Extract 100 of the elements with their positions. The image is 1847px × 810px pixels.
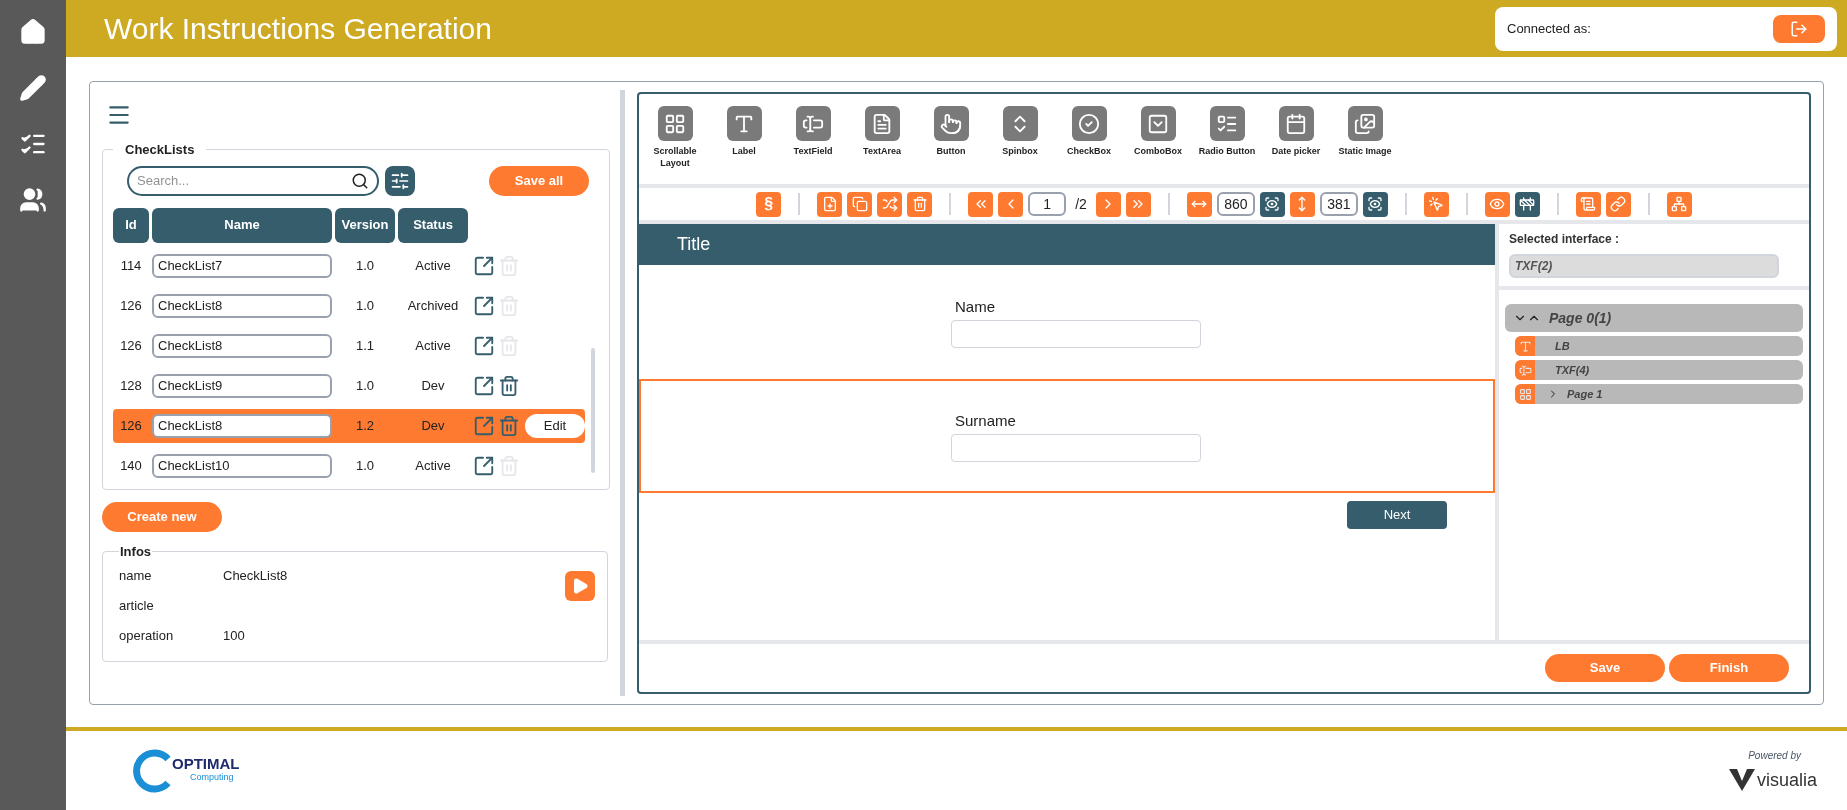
name-input[interactable]: CheckList8 [152, 333, 332, 358]
palette-item[interactable]: Scrollable Layout [645, 106, 705, 184]
palette-item[interactable]: Date picker [1266, 106, 1326, 184]
name-input[interactable]: CheckList9 [152, 373, 332, 398]
radio-list-icon [1209, 106, 1245, 141]
next-button[interactable] [1095, 191, 1121, 217]
name-input[interactable]: CheckList10 [152, 453, 332, 478]
text-icon [726, 106, 762, 141]
name-input[interactable]: CheckList8 [152, 413, 332, 438]
form-section[interactable]: Surname [639, 379, 1495, 493]
column-header[interactable]: Version [335, 207, 395, 243]
table-cell-text: 1.0 [354, 296, 376, 315]
text-field-icon [1515, 360, 1535, 380]
previous-button[interactable] [998, 191, 1024, 217]
table-row[interactable]: 140 CheckList10 1.0 Active [113, 448, 585, 481]
logout-icon [1790, 19, 1808, 38]
text-input[interactable] [951, 434, 1201, 463]
tree-item-label: LB [1555, 338, 1570, 354]
palette-label: Date picker [1270, 145, 1322, 157]
tree-item-label: Page 1 [1567, 386, 1603, 402]
external-link-icon[interactable] [473, 334, 495, 357]
trash-icon[interactable] [498, 374, 520, 397]
tree-item[interactable]: Page 1 [1515, 384, 1803, 404]
form-section[interactable]: Name [639, 265, 1495, 379]
palette-item[interactable]: Button [921, 106, 981, 184]
column-header[interactable]: Status [398, 207, 468, 243]
hierarchy-button[interactable] [1666, 191, 1692, 217]
trash-icon [911, 196, 928, 212]
table-cell-text: Dev [420, 376, 446, 395]
home-icon[interactable] [19, 18, 47, 46]
eye-scan-button[interactable] [1362, 191, 1388, 217]
edit-button[interactable]: Edit [525, 413, 585, 438]
palette-item[interactable]: ComboBox [1128, 106, 1188, 184]
table-cell-text: 1.0 [354, 256, 376, 275]
file-add-icon [821, 196, 838, 212]
copy-button[interactable] [847, 191, 873, 217]
table-cell-text: Active [414, 456, 452, 475]
selected-interface-label: Selected interface : [1509, 231, 1621, 248]
file-add-button[interactable] [817, 191, 843, 217]
logo-subtitle: Computing [190, 771, 235, 785]
pencil-icon[interactable] [19, 74, 47, 102]
eye-scan-icon [1264, 196, 1281, 212]
toolbar-input[interactable]: 381 [1319, 192, 1358, 216]
play-button[interactable] [565, 571, 595, 601]
search-icon[interactable] [351, 171, 369, 190]
palette-item[interactable]: Label [714, 106, 774, 184]
palette-item[interactable]: CheckBox [1059, 106, 1119, 184]
table-cell-text: Archived [406, 296, 460, 315]
table-cell-text: 1.0 [354, 376, 376, 395]
table-row[interactable]: 126 CheckList8 1.0 Archived [113, 288, 585, 323]
construction-button[interactable] [1514, 191, 1540, 217]
eye-scan-button[interactable] [1259, 191, 1285, 217]
width-button[interactable] [1186, 191, 1212, 217]
trash-button[interactable] [907, 191, 933, 217]
first-page-button[interactable] [968, 191, 994, 217]
external-link-icon[interactable] [473, 294, 495, 317]
table-cell-text: Active [414, 256, 452, 275]
palette-item[interactable]: Radio Button [1197, 106, 1257, 184]
tree-page-row[interactable]: Page 0(1) [1505, 304, 1803, 332]
external-link-icon[interactable] [473, 254, 495, 277]
palette-item[interactable]: Spinbox [990, 106, 1050, 184]
users-icon[interactable] [19, 186, 47, 214]
table-cell-text: 140 [119, 456, 143, 475]
text-input[interactable] [951, 320, 1201, 349]
pointer-click-button[interactable] [1423, 191, 1449, 217]
link-button[interactable] [1605, 191, 1631, 217]
palette-item[interactable]: Static Image [1335, 106, 1395, 184]
table-row[interactable]: 114 CheckList7 1.0 Active [113, 248, 585, 283]
tree-item[interactable]: LB [1515, 336, 1803, 356]
table-row[interactable]: 126 CheckList8 1.2 Dev Edit [113, 408, 585, 443]
logo-name: OPTIMAL [172, 756, 240, 772]
search-field[interactable]: Search... [127, 165, 379, 196]
logout-button[interactable] [1773, 14, 1825, 43]
column-header[interactable]: Name [152, 207, 332, 243]
brand-name: visualia [1756, 768, 1817, 792]
infos-legend: Infos [119, 541, 153, 561]
tree-item-label: TXF(4) [1555, 362, 1590, 378]
table-row[interactable]: 126 CheckList8 1.1 Active [113, 328, 585, 363]
copy-icon [851, 196, 868, 212]
palette-item[interactable]: TextField [783, 106, 843, 184]
info-label: article [119, 597, 155, 616]
next-button[interactable]: Next [1347, 501, 1447, 529]
toolbar-input[interactable]: 860 [1216, 192, 1255, 216]
external-link-icon[interactable] [473, 374, 495, 397]
sliders-icon [390, 170, 410, 191]
field-label: Surname [955, 410, 1017, 431]
palette-item[interactable]: TextArea [852, 106, 912, 184]
tree-item[interactable]: TXF(4) [1515, 360, 1803, 380]
filter-button[interactable] [385, 165, 415, 196]
list-button[interactable] [1575, 191, 1601, 217]
last-page-button[interactable] [1125, 191, 1151, 217]
palette-label: ComboBox [1133, 145, 1183, 157]
form-title: Title [677, 233, 711, 256]
column-header[interactable]: Id [113, 207, 149, 243]
shuffle-button[interactable] [877, 191, 903, 217]
external-link-icon[interactable] [473, 454, 495, 477]
toolbar-input[interactable]: 1 [1028, 192, 1067, 216]
name-input[interactable]: CheckList7 [152, 253, 332, 278]
name-input[interactable]: CheckList8 [152, 293, 332, 318]
table-row[interactable]: 128 CheckList9 1.0 Dev [113, 368, 585, 403]
